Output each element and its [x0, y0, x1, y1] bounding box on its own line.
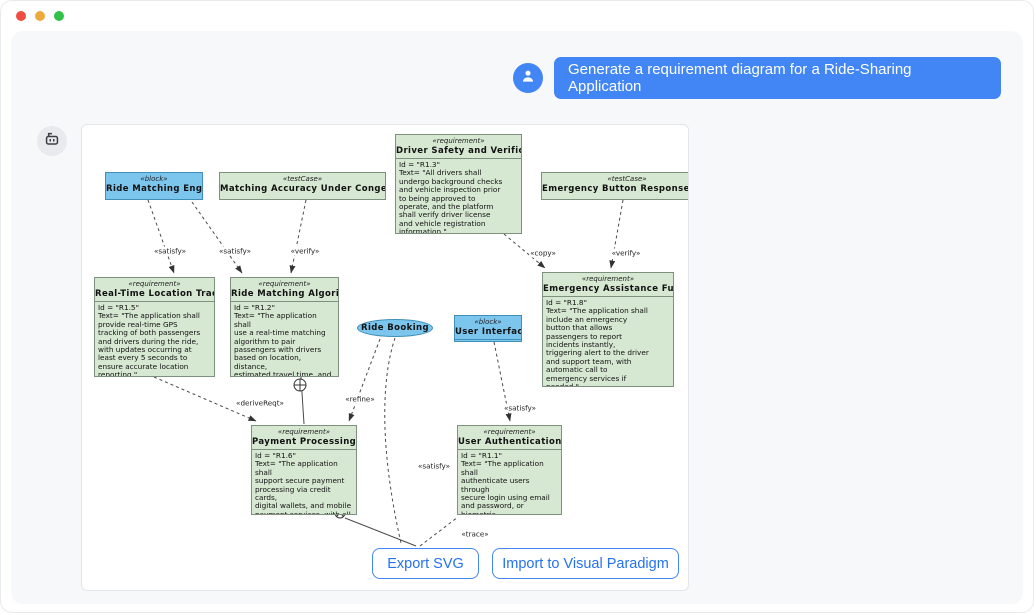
node-stereotype: «requirement» [95, 278, 214, 289]
node-title: User Interface [455, 327, 521, 337]
node-title: Ride Booking [361, 323, 429, 333]
node-title: Matching Accuracy Under Congestion [220, 184, 385, 194]
diagram-canvas: «satisfy»«satisfy»«verify»«copy»«verify»… [81, 124, 689, 591]
maximize-window-icon[interactable] [54, 11, 64, 21]
node-body: Id = "R1.3" Text= "All drivers shall und… [396, 158, 521, 234]
minimize-window-icon[interactable] [35, 11, 45, 21]
diagram-node-driver-safety-and-verification: «requirement»Driver Safety and Verificat… [395, 134, 522, 234]
node-title: Emergency Assistance Function [543, 284, 673, 294]
diagram-node-real-time-location-tracking: «requirement»Real-Time Location Tracking… [94, 277, 215, 377]
node-title: Real-Time Location Tracking [95, 289, 214, 299]
relationship-edge [494, 342, 510, 421]
diagram-node-payment-processing: «requirement»Payment Processing Id = "R1.… [251, 425, 357, 515]
diagram-node-matching-accuracy-under-congestion: «testCase»Matching Accuracy Under Conges… [219, 172, 386, 200]
relationship-edge [148, 200, 174, 273]
node-title: Ride Matching Algorithm [231, 289, 338, 299]
node-body: Id = "R1.5" Text= "The application shall… [95, 301, 214, 377]
node-stereotype: «block» [106, 173, 202, 184]
node-title: Ride Matching Engine [106, 184, 202, 194]
node-stereotype: «block» [455, 316, 521, 327]
diagram-node-ride-booking: Ride Booking [357, 319, 433, 337]
node-stereotype: «requirement» [543, 273, 673, 284]
node-compartment [455, 339, 521, 342]
relationship-edge [345, 518, 416, 546]
close-window-icon[interactable] [16, 11, 26, 21]
relationship-edge [611, 200, 623, 268]
relationship-edge [504, 234, 545, 268]
diagram-node-user-interface: «block»User Interface [454, 315, 522, 342]
diagram-node-emergency-button-response-time: «testCase»Emergency Button Response Time [541, 172, 689, 200]
node-stereotype: «requirement» [252, 426, 356, 437]
node-title: Driver Safety and Verification [396, 146, 521, 156]
relationship-edge [192, 202, 242, 273]
node-title: Emergency Button Response Time [542, 184, 689, 194]
diagram-node-ride-matching-algorithm: «requirement»Ride Matching Algorithm Id =… [230, 277, 339, 377]
circle-plus-icon [294, 379, 306, 391]
window-titlebar [1, 1, 1033, 31]
node-stereotype: «testCase» [220, 173, 385, 184]
diagram-node-user-authentication: «requirement»User Authentication Id = "R1… [457, 425, 562, 515]
person-icon [519, 67, 537, 90]
node-body: Id = "R1.6" Text= "The application shall… [252, 449, 356, 515]
relationship-edge [291, 200, 306, 273]
node-title: Payment Processing [252, 437, 356, 447]
node-title: User Authentication [458, 437, 561, 447]
user-message-text: Generate a requirement diagram for a Rid… [568, 61, 987, 95]
relationship-edge [385, 338, 401, 543]
import-visual-paradigm-button[interactable]: Import to Visual Paradigm [492, 548, 679, 579]
relationship-edge [349, 339, 380, 421]
export-svg-button[interactable]: Export SVG [372, 548, 479, 579]
node-stereotype: «requirement» [231, 278, 338, 289]
diagram-node-emergency-assistance-function: «requirement»Emergency Assistance Functi… [542, 272, 674, 387]
user-message-bubble: Generate a requirement diagram for a Rid… [554, 57, 1001, 99]
node-stereotype: «requirement» [396, 135, 521, 146]
robot-icon [42, 129, 62, 154]
user-avatar [513, 63, 543, 93]
node-body: Id = "R1.2" Text= "The application shall… [231, 301, 338, 377]
bot-avatar [37, 126, 67, 156]
node-stereotype: «testCase» [542, 173, 689, 184]
app-window: Generate a requirement diagram for a Rid… [0, 0, 1034, 613]
relationship-edge [154, 377, 256, 421]
diagram-node-ride-matching-engine: «block»Ride Matching Engine [105, 172, 203, 200]
relationship-edge [420, 517, 458, 546]
node-body: Id = "R1.8" Text= "The application shall… [543, 296, 673, 387]
node-body: Id = "R1.1" Text= "The application shall… [458, 449, 561, 515]
node-stereotype: «requirement» [458, 426, 561, 437]
